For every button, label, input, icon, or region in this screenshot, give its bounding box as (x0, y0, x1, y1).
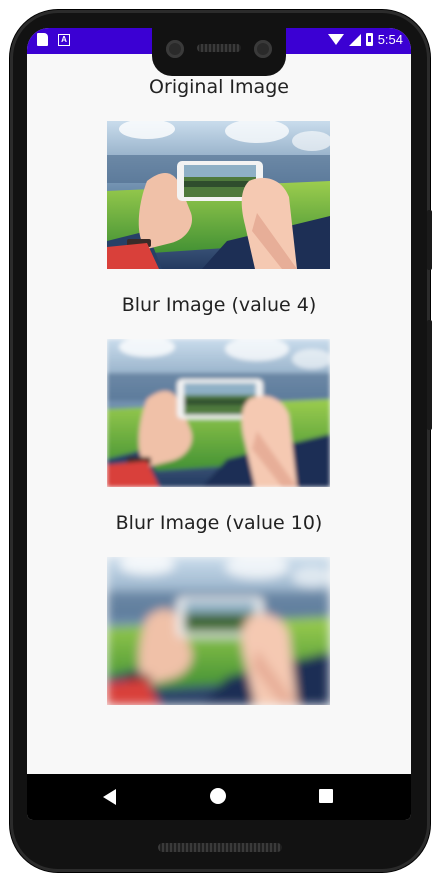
earpiece-speaker (197, 44, 241, 52)
blur-10-image (107, 557, 330, 705)
recents-icon[interactable] (319, 789, 333, 803)
blur-4-image-label: Blur Image (value 4) (121, 294, 317, 316)
back-icon[interactable] (103, 789, 116, 805)
status-time: 5:54 (377, 32, 403, 47)
blur-4-image (107, 339, 330, 487)
signal-icon (348, 33, 361, 46)
wifi-icon (327, 34, 344, 45)
volume-button (427, 210, 432, 270)
bottom-speaker-grille (158, 843, 282, 852)
power-button (427, 320, 432, 430)
sd-card-icon (37, 33, 48, 46)
battery-icon (365, 33, 373, 46)
home-icon[interactable] (210, 788, 226, 804)
navigation-bar (27, 774, 411, 820)
original-image-label: Original Image (149, 76, 289, 98)
app-content: Original Image Blur Image (value 4) Blur… (27, 54, 411, 774)
original-image (107, 121, 330, 269)
phone-screen: A 5:54 Original Image Blur Image (value … (27, 28, 411, 820)
status-left-icons: A (37, 33, 70, 46)
a-notification-icon: A (58, 33, 70, 46)
status-right-icons: 5:54 (327, 32, 403, 47)
blur-10-image-label: Blur Image (value 10) (115, 512, 323, 534)
